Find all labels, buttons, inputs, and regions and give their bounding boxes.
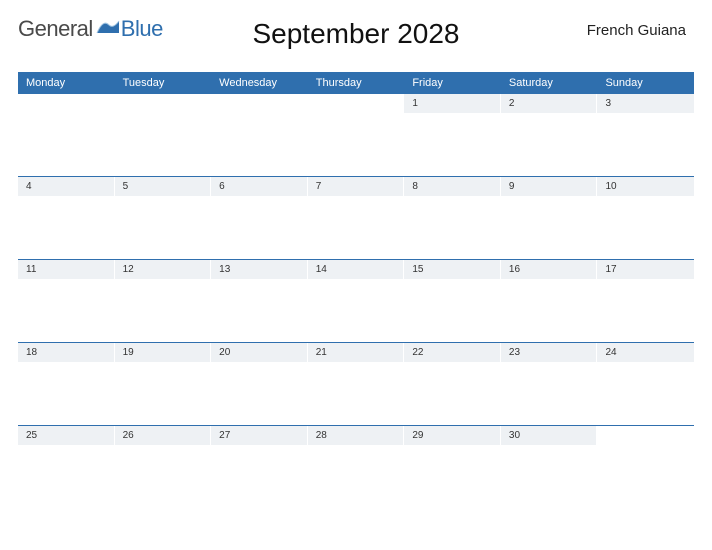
weekday-friday: Friday xyxy=(404,72,501,94)
day-number: 9 xyxy=(501,177,598,196)
day-cell: 21 xyxy=(308,343,405,425)
day-cell: 8 xyxy=(404,177,501,259)
day-cell: 27 xyxy=(211,426,308,508)
day-cell: 16 xyxy=(501,260,598,342)
week-row: 18 19 20 21 22 23 24 xyxy=(18,342,694,425)
day-number: 26 xyxy=(115,426,212,445)
day-number: 30 xyxy=(501,426,598,445)
region-label: French Guiana xyxy=(587,18,694,39)
logo: General Blue xyxy=(18,16,163,42)
day-cell: 13 xyxy=(211,260,308,342)
day-cell: 26 xyxy=(115,426,212,508)
day-cell: 14 xyxy=(308,260,405,342)
day-cell xyxy=(597,426,694,508)
header: General Blue September 2028 French Guian… xyxy=(18,18,694,66)
logo-text-blue: Blue xyxy=(121,16,163,42)
day-cell: 19 xyxy=(115,343,212,425)
day-number: 20 xyxy=(211,343,308,362)
day-cell: 29 xyxy=(404,426,501,508)
day-number: 7 xyxy=(308,177,405,196)
day-cell: 24 xyxy=(597,343,694,425)
week-row: 25 26 27 28 29 30 xyxy=(18,425,694,508)
day-number: 10 xyxy=(597,177,694,196)
day-cell: 6 xyxy=(211,177,308,259)
day-number: 2 xyxy=(501,94,598,113)
day-cell: 25 xyxy=(18,426,115,508)
logo-text-general: General xyxy=(18,16,93,42)
day-cell: 28 xyxy=(308,426,405,508)
day-number: 3 xyxy=(597,94,694,113)
day-cell: 4 xyxy=(18,177,115,259)
day-number: 25 xyxy=(18,426,115,445)
week-row: 11 12 13 14 15 16 17 xyxy=(18,259,694,342)
weekday-sunday: Sunday xyxy=(597,72,694,94)
day-cell xyxy=(308,94,405,176)
weekday-wednesday: Wednesday xyxy=(211,72,308,94)
day-cell: 22 xyxy=(404,343,501,425)
day-number: 5 xyxy=(115,177,212,196)
day-cell: 2 xyxy=(501,94,598,176)
day-number: 18 xyxy=(18,343,115,362)
day-cell: 30 xyxy=(501,426,598,508)
day-number: 1 xyxy=(404,94,501,113)
day-cell: 7 xyxy=(308,177,405,259)
day-number: 11 xyxy=(18,260,115,279)
day-cell xyxy=(18,94,115,176)
logo-wave-icon xyxy=(97,21,119,37)
day-cell: 15 xyxy=(404,260,501,342)
day-number: 21 xyxy=(308,343,405,362)
weekday-thursday: Thursday xyxy=(308,72,405,94)
day-number: 13 xyxy=(211,260,308,279)
day-cell xyxy=(115,94,212,176)
day-number: 15 xyxy=(404,260,501,279)
day-cell: 11 xyxy=(18,260,115,342)
day-cell: 5 xyxy=(115,177,212,259)
day-cell: 12 xyxy=(115,260,212,342)
day-number: 14 xyxy=(308,260,405,279)
day-number: 29 xyxy=(404,426,501,445)
day-number: 28 xyxy=(308,426,405,445)
day-number: 19 xyxy=(115,343,212,362)
calendar-grid: Monday Tuesday Wednesday Thursday Friday… xyxy=(18,72,694,508)
day-number: 22 xyxy=(404,343,501,362)
day-number: 4 xyxy=(18,177,115,196)
day-cell: 3 xyxy=(597,94,694,176)
day-number: 6 xyxy=(211,177,308,196)
weekday-header-row: Monday Tuesday Wednesday Thursday Friday… xyxy=(18,72,694,94)
calendar-page: General Blue September 2028 French Guian… xyxy=(0,0,712,508)
weekday-monday: Monday xyxy=(18,72,115,94)
day-cell: 18 xyxy=(18,343,115,425)
weekday-tuesday: Tuesday xyxy=(115,72,212,94)
day-number: 12 xyxy=(115,260,212,279)
day-number: 27 xyxy=(211,426,308,445)
weekday-saturday: Saturday xyxy=(501,72,598,94)
week-row: 4 5 6 7 8 9 10 xyxy=(18,176,694,259)
day-cell: 9 xyxy=(501,177,598,259)
day-number: 17 xyxy=(597,260,694,279)
day-cell xyxy=(211,94,308,176)
day-number: 24 xyxy=(597,343,694,362)
day-cell: 23 xyxy=(501,343,598,425)
day-number: 8 xyxy=(404,177,501,196)
day-cell: 10 xyxy=(597,177,694,259)
day-number: 23 xyxy=(501,343,598,362)
week-row: 1 2 3 xyxy=(18,94,694,176)
day-cell: 17 xyxy=(597,260,694,342)
day-number: 16 xyxy=(501,260,598,279)
day-cell: 20 xyxy=(211,343,308,425)
day-cell: 1 xyxy=(404,94,501,176)
